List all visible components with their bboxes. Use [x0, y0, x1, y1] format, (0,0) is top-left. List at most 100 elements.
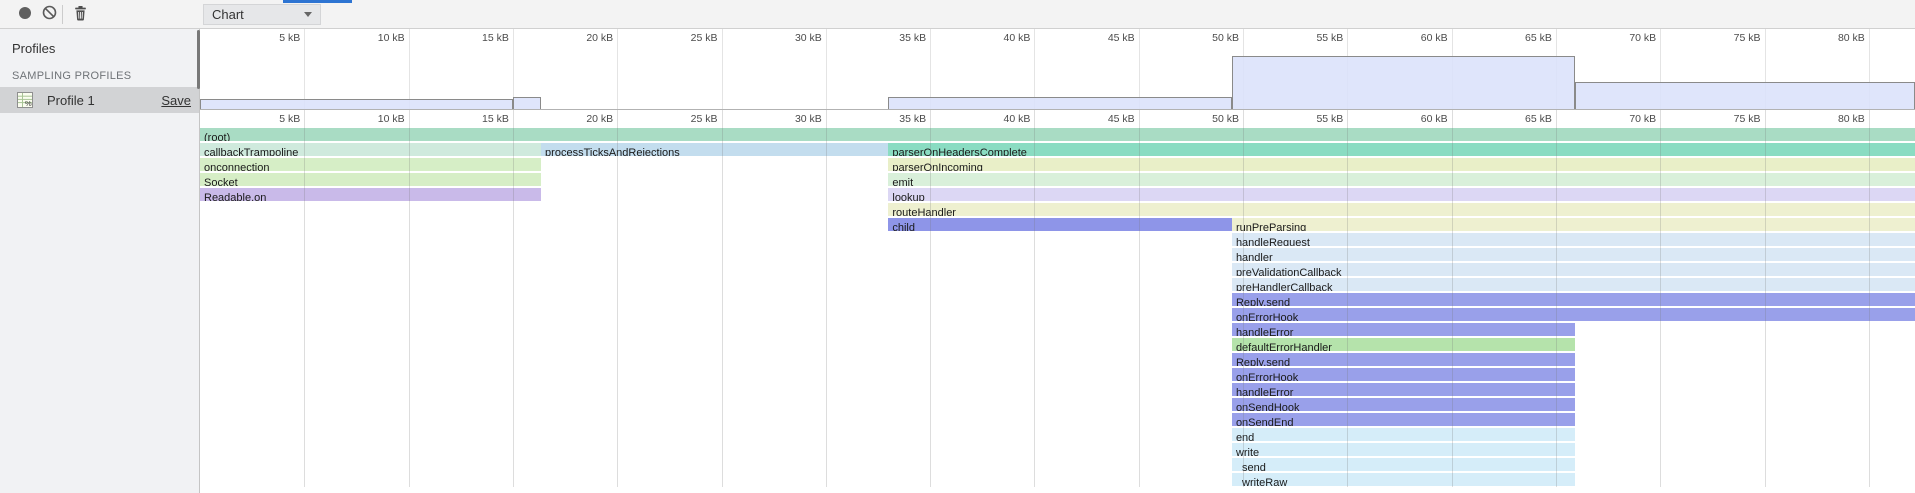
flame-bar-label: emit: [888, 177, 913, 186]
gridline: [826, 110, 827, 487]
chart-view-select[interactable]: Chart: [203, 4, 321, 25]
profiles-sidebar: Profiles SAMPLING PROFILES % Profile 1 S…: [0, 29, 200, 493]
flame-bar[interactable]: emit: [888, 173, 1914, 186]
sidebar-item-profile-1[interactable]: % Profile 1 Save: [0, 87, 199, 113]
flame-bar[interactable]: _writeRaw: [1232, 473, 1575, 486]
flame-bar-label: routeHandler: [888, 207, 956, 216]
overview-area-segment[interactable]: [1575, 82, 1915, 110]
flame-bar[interactable]: preHandlerCallback: [1232, 278, 1915, 291]
flame-ruler-tick-label: 5 kB: [242, 113, 300, 125]
overview-ruler-tick-label: 40 kB: [972, 32, 1030, 44]
save-profile-link[interactable]: Save: [161, 93, 191, 108]
overview-ruler-tick-label: 60 kB: [1390, 32, 1448, 44]
flame-ruler-tick-label: 40 kB: [972, 113, 1030, 125]
flame-bar[interactable]: parserOnHeadersComplete: [888, 143, 1914, 156]
gridline: [1347, 110, 1348, 487]
flame-bar[interactable]: Reply.send: [1232, 293, 1915, 306]
flame-bar[interactable]: routeHandler: [888, 203, 1914, 216]
flame-ruler-tick-label: 70 kB: [1598, 113, 1656, 125]
clear-profiles-button[interactable]: [41, 7, 57, 23]
overview-ruler-tick-label: 45 kB: [1077, 32, 1135, 44]
flame-bar-label: onErrorHook: [1232, 312, 1298, 321]
flame-bar[interactable]: callbackTrampoline: [200, 143, 541, 156]
flame-bar[interactable]: end: [1232, 428, 1575, 441]
flame-bar-label: handler: [1232, 252, 1273, 261]
gridline: [930, 110, 931, 487]
flame-ruler-tick-label: 30 kB: [764, 113, 822, 125]
flame-bar[interactable]: parserOnIncoming: [888, 158, 1914, 171]
flame-bar[interactable]: handleError: [1232, 323, 1575, 336]
profile-name: Profile 1: [47, 93, 95, 108]
toolbar-separator: [62, 5, 63, 24]
gridline: [1765, 110, 1766, 487]
flame-bar[interactable]: onSendHook: [1232, 398, 1575, 411]
gridline: [617, 29, 618, 110]
overview-ruler-tick-label: 30 kB: [764, 32, 822, 44]
chart-view-select-value: Chart: [212, 7, 244, 22]
flame-ruler-tick-label: 15 kB: [451, 113, 509, 125]
flame-bar[interactable]: lookup: [888, 188, 1914, 201]
flame-bar-label: Reply.send: [1232, 297, 1290, 306]
sidebar-title: Profiles: [12, 41, 55, 56]
overview-bottom-border: [200, 109, 1915, 110]
flame-bar[interactable]: handleRequest: [1232, 233, 1915, 246]
active-tab-indicator: [283, 0, 352, 3]
flame-bar[interactable]: runPreParsing: [1232, 218, 1915, 231]
gridline: [1660, 110, 1661, 487]
flame-bar[interactable]: processTicksAndRejections: [541, 143, 888, 156]
flame-bar[interactable]: onErrorHook: [1232, 308, 1915, 321]
flame-ruler-tick-label: 75 kB: [1703, 113, 1761, 125]
flame-ruler-tick-label: 60 kB: [1390, 113, 1448, 125]
memory-profiler-panel: Chart Profiles SAMPLING PROFILES % Profi…: [0, 0, 1915, 493]
flame-bar-label: handleError: [1232, 387, 1293, 396]
flame-bar[interactable]: onSendEnd: [1232, 413, 1575, 426]
flame-bar[interactable]: Readable.on: [200, 188, 541, 201]
gridline: [1452, 110, 1453, 487]
gridline: [409, 110, 410, 487]
gridline: [304, 110, 305, 487]
overview-ruler-tick-label: 35 kB: [868, 32, 926, 44]
record-button[interactable]: [17, 7, 33, 23]
overview-ruler-tick-label: 65 kB: [1494, 32, 1552, 44]
flame-bar[interactable]: handler: [1232, 248, 1915, 261]
gridline: [1243, 110, 1244, 487]
overview-ruler-tick-label: 50 kB: [1181, 32, 1239, 44]
flame-bar[interactable]: child: [888, 218, 1232, 231]
flame-bar[interactable]: write_: [1232, 443, 1575, 456]
flame-ruler-tick-label: 20 kB: [555, 113, 613, 125]
flame-bar[interactable]: preValidationCallback: [1232, 263, 1915, 276]
overview-ruler-tick-label: 10 kB: [347, 32, 405, 44]
flame-bar-label: processTicksAndRejections: [541, 147, 680, 156]
flame-bar[interactable]: onconnection: [200, 158, 541, 171]
overview-ruler-tick-label: 75 kB: [1703, 32, 1761, 44]
flame-ruler-tick-label: 80 kB: [1807, 113, 1865, 125]
overview-ruler-tick-label: 20 kB: [555, 32, 613, 44]
gridline: [1869, 110, 1870, 487]
chart-area: 5 kB10 kB15 kB20 kB25 kB30 kB35 kB40 kB4…: [200, 29, 1915, 493]
flame-bar[interactable]: (root): [200, 128, 1915, 141]
overview-pane[interactable]: 5 kB10 kB15 kB20 kB25 kB30 kB35 kB40 kB4…: [200, 29, 1915, 110]
flame-bar[interactable]: _send: [1232, 458, 1575, 471]
gridline: [617, 110, 618, 487]
flame-bar[interactable]: handleError: [1232, 383, 1575, 396]
flame-bar-label: lookup: [888, 192, 924, 201]
chevron-down-icon: [304, 12, 312, 17]
overview-area-segment[interactable]: [1232, 56, 1575, 110]
overview-scrollbar-thumb[interactable]: [197, 30, 200, 89]
delete-profile-button[interactable]: [72, 7, 88, 23]
flame-bar[interactable]: onErrorHook: [1232, 368, 1575, 381]
gridline: [1556, 110, 1557, 487]
gridline: [513, 110, 514, 487]
flame-bar-label: defaultErrorHandler: [1232, 342, 1332, 351]
flame-bar[interactable]: Reply.send: [1232, 353, 1575, 366]
flame-bar[interactable]: defaultErrorHandler: [1232, 338, 1575, 351]
circle-slash-icon: [42, 5, 57, 25]
gridline: [826, 29, 827, 110]
record-icon: [18, 6, 32, 25]
flame-bar[interactable]: Socket: [200, 173, 541, 186]
flame-bar-label: onconnection: [200, 162, 269, 171]
flame-ruler-tick-label: 45 kB: [1077, 113, 1135, 125]
flame-bar-label: parserOnIncoming: [888, 162, 983, 171]
flame-bar-label: write_: [1232, 447, 1265, 456]
flame-bar-label: (root): [200, 132, 230, 141]
